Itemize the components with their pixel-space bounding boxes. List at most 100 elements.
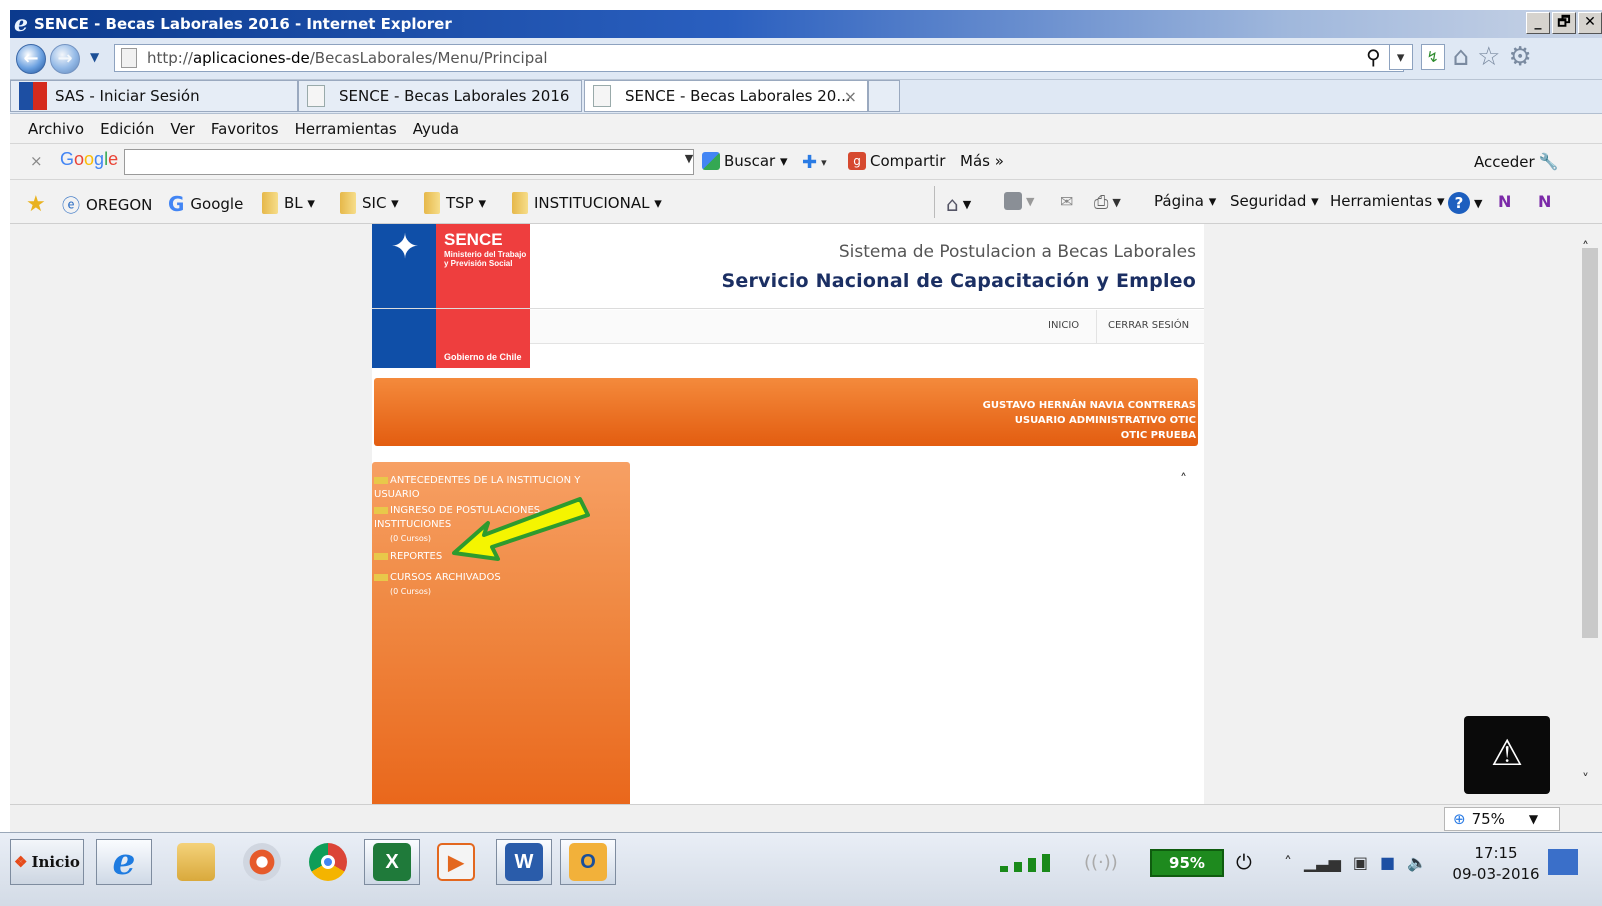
address-bar[interactable]: http://aplicaciones-de/BecasLaborales/Me…: [114, 44, 1404, 72]
accessibility-a-icon[interactable]: ⚠: [1464, 716, 1550, 794]
feeds-button[interactable]: ▼: [1004, 192, 1034, 210]
clock-date: 09-03-2016: [1452, 865, 1540, 883]
menu-ayuda[interactable]: Ayuda: [413, 120, 459, 138]
search-icon[interactable]: ⚲: [1366, 45, 1381, 69]
seguridad-menu[interactable]: Seguridad ▾: [1230, 192, 1319, 210]
title-bar: e SENCE - Becas Laborales 2016 - Interne…: [10, 10, 1602, 38]
puzzle-icon[interactable]: ✚ ▾: [802, 152, 827, 173]
restore-button[interactable]: 🗗: [1552, 12, 1576, 34]
volume-icon[interactable]: 🔈: [1407, 853, 1427, 872]
google-search-dropdown-icon[interactable]: ▼: [682, 152, 696, 172]
forward-button[interactable]: →: [50, 44, 80, 74]
mas-button[interactable]: Más »: [960, 152, 1004, 170]
menu-favoritos[interactable]: Favoritos: [211, 120, 279, 138]
folder-icon: [374, 506, 388, 514]
network-icon[interactable]: ▁▃▅: [1304, 853, 1341, 872]
scrollbar-thumb[interactable]: [1582, 248, 1598, 638]
nav-cerrar-sesion[interactable]: CERRAR SESIÓN: [1108, 320, 1189, 331]
zoom-level: 75%: [1471, 810, 1505, 828]
battery-indicator[interactable]: 95%: [1150, 849, 1224, 877]
taskbar-media[interactable]: [234, 839, 290, 885]
fav-tsp[interactable]: TSP ▾: [424, 192, 486, 214]
compartir-button[interactable]: g Compartir: [848, 152, 945, 170]
fav-oregon[interactable]: ⓔ OREGON: [62, 192, 152, 218]
onenote-icon[interactable]: N: [1498, 192, 1511, 211]
service-title: Servicio Nacional de Capacitación y Empl…: [721, 270, 1196, 292]
history-dropdown-icon[interactable]: ▼: [90, 50, 99, 64]
menu-ver[interactable]: Ver: [170, 120, 195, 138]
folder-icon: [424, 192, 440, 214]
print-button[interactable]: ⎙ ▼: [1094, 192, 1121, 213]
search-dropdown-icon[interactable]: ▾: [1388, 44, 1413, 70]
close-button[interactable]: ✕: [1578, 12, 1602, 34]
google-search-input[interactable]: [124, 149, 694, 175]
wireless-icon[interactable]: ((·)): [1084, 839, 1118, 885]
google-toolbar-close-icon[interactable]: ×: [30, 152, 43, 170]
collapse-chevron-icon[interactable]: ˄: [1180, 472, 1187, 488]
menu-item-label: REPORTES: [390, 551, 443, 562]
menu-edicion[interactable]: Edición: [100, 120, 154, 138]
help-button[interactable]: ? ▼: [1448, 192, 1482, 214]
start-button[interactable]: ❖ Inicio: [10, 839, 84, 885]
herramientas-menu[interactable]: Herramientas ▾: [1330, 192, 1444, 210]
refresh-icon[interactable]: ↯: [1420, 44, 1445, 70]
fav-google[interactable]: G Google: [168, 192, 243, 216]
settings-gear-icon[interactable]: ⚙: [1508, 44, 1531, 70]
fav-institucional[interactable]: INSTITUCIONAL ▾: [512, 192, 662, 214]
favorites-add-icon[interactable]: ★: [26, 192, 46, 217]
menu-herramientas[interactable]: Herramientas: [295, 120, 397, 138]
device-icon[interactable]: ▣: [1353, 853, 1368, 872]
folder-icon: [512, 192, 528, 214]
tab-sence-1[interactable]: SENCE - Becas Laborales 2016: [298, 80, 582, 112]
system-tray: ˄ ▁▃▅ ▣ ■ 🔈: [1284, 839, 1427, 885]
tab-sence-2[interactable]: SENCE - Becas Laborales 20... ×: [584, 80, 868, 112]
taskbar-explorer[interactable]: [168, 839, 224, 885]
power-plug-icon[interactable]: ⏻: [1236, 839, 1252, 885]
menu-item-cursos-archivados[interactable]: CURSOS ARCHIVADOS (0 Cursos): [374, 571, 614, 599]
system-clock[interactable]: 17:15 09-03-2016: [1448, 843, 1544, 885]
taskbar-ie[interactable]: e: [96, 839, 152, 885]
status-bar: ⊕ 75% ▼: [10, 804, 1602, 832]
back-button[interactable]: ←: [16, 44, 46, 74]
page-icon: [307, 85, 325, 107]
chevron-down-icon: ▼: [1112, 196, 1121, 209]
start-label: Inicio: [31, 853, 80, 871]
taskbar-media-2[interactable]: ▶: [428, 839, 484, 885]
fav-label: SIC ▾: [362, 194, 399, 212]
signal-strength-icon[interactable]: [1000, 839, 1050, 885]
tab-close-icon[interactable]: ×: [844, 87, 857, 106]
display-icon[interactable]: ■: [1380, 853, 1395, 872]
onenote-linked-icon[interactable]: N: [1538, 192, 1551, 211]
mail-icon[interactable]: ✉: [1060, 192, 1073, 211]
printer-icon: ⎙: [1094, 192, 1109, 213]
new-tab-button[interactable]: [868, 80, 900, 112]
minimize-button[interactable]: _: [1526, 12, 1550, 34]
page-icon: [593, 85, 611, 107]
show-desktop-button[interactable]: [1548, 849, 1578, 875]
buscar-button[interactable]: Buscar ▾: [702, 152, 788, 170]
tab-label: SENCE - Becas Laborales 2016: [339, 87, 570, 105]
taskbar-excel[interactable]: X: [364, 839, 420, 885]
show-hidden-icons-icon[interactable]: ˄: [1284, 853, 1292, 872]
fav-sic[interactable]: SIC ▾: [340, 192, 399, 214]
acceder-button[interactable]: Acceder 🔧: [1474, 152, 1559, 171]
taskbar-outlook[interactable]: O: [560, 839, 616, 885]
taskbar-chrome[interactable]: [300, 839, 356, 885]
window-controls: _ 🗗 ✕: [1526, 12, 1602, 34]
zoom-control[interactable]: ⊕ 75% ▼: [1444, 807, 1560, 831]
favorites-star-icon[interactable]: ☆: [1477, 44, 1500, 70]
scroll-down-icon[interactable]: ˅: [1582, 772, 1589, 788]
chrome-icon: [309, 843, 347, 881]
taskbar-word[interactable]: W: [496, 839, 552, 885]
vertical-scrollbar[interactable]: ˄ ˅: [1576, 224, 1602, 804]
home-cmd-button[interactable]: ⌂ ▼: [946, 192, 971, 216]
url-domain: aplicaciones-de: [192, 49, 310, 67]
menu-archivo[interactable]: Archivo: [28, 120, 84, 138]
tab-sas-login[interactable]: SAS - Iniciar Sesión: [10, 80, 298, 112]
fav-label: INSTITUCIONAL ▾: [534, 194, 662, 212]
pagina-menu[interactable]: Página ▾: [1154, 192, 1216, 210]
fav-bl[interactable]: BL ▾: [262, 192, 315, 214]
page-icon: [121, 48, 137, 68]
nav-inicio[interactable]: INICIO: [1048, 320, 1079, 331]
home-icon[interactable]: ⌂: [1453, 44, 1470, 70]
